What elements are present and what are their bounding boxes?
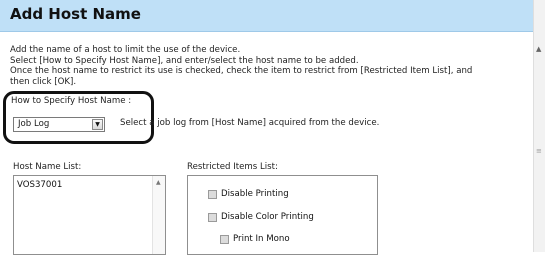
host-name-list[interactable]: VOS37001 ▲ — [13, 175, 166, 255]
page-scrollbar[interactable]: ▲ ≡ — [533, 0, 545, 252]
list-item[interactable]: VOS37001 — [17, 180, 62, 190]
print-in-mono-checkbox[interactable] — [220, 234, 229, 244]
disable-color-printing-checkbox[interactable] — [208, 212, 217, 222]
restricted-items-list: Disable Printing Disable Color Printing … — [187, 175, 378, 255]
scroll-up-icon[interactable]: ▲ — [156, 179, 161, 186]
list-scrollbar[interactable]: ▲ — [152, 176, 165, 254]
restricted-item-row[interactable]: Disable Printing — [208, 189, 289, 199]
checkbox-label: Disable Printing — [221, 189, 289, 199]
chevron-down-icon[interactable]: ▼ — [92, 119, 103, 130]
description-line: Select [How to Specify Host Name], and e… — [10, 55, 359, 66]
specify-host-name-select[interactable]: Job Log ▼ — [13, 117, 105, 132]
description-line: Add the name of a host to limit the use … — [10, 45, 241, 55]
restricted-item-row[interactable]: Print In Mono — [220, 234, 290, 244]
dialog-title: Add Host Name — [10, 5, 141, 23]
restricted-items-list-label: Restricted Items List: — [187, 162, 278, 172]
checkbox-label: Disable Color Printing — [221, 212, 314, 222]
description-line: Once the host name to restrict its use i… — [10, 66, 473, 76]
select-value: Job Log — [18, 119, 50, 129]
host-name-list-label: Host Name List: — [13, 162, 82, 172]
description-line: then click [OK]. — [10, 76, 77, 87]
disable-printing-checkbox[interactable] — [208, 189, 217, 199]
restricted-item-row[interactable]: Disable Color Printing — [208, 212, 314, 222]
scroll-grip-icon[interactable]: ≡ — [536, 147, 542, 155]
checkbox-label: Print In Mono — [233, 234, 290, 244]
scroll-up-icon[interactable]: ▲ — [536, 45, 541, 53]
specify-hint-text: Select a job log from [Host Name] acquir… — [120, 118, 380, 128]
specify-host-name-label: How to Specify Host Name : — [11, 96, 132, 106]
dialog-description: Add the name of a host to limit the use … — [10, 45, 526, 87]
dialog-header: Add Host Name — [0, 0, 533, 32]
